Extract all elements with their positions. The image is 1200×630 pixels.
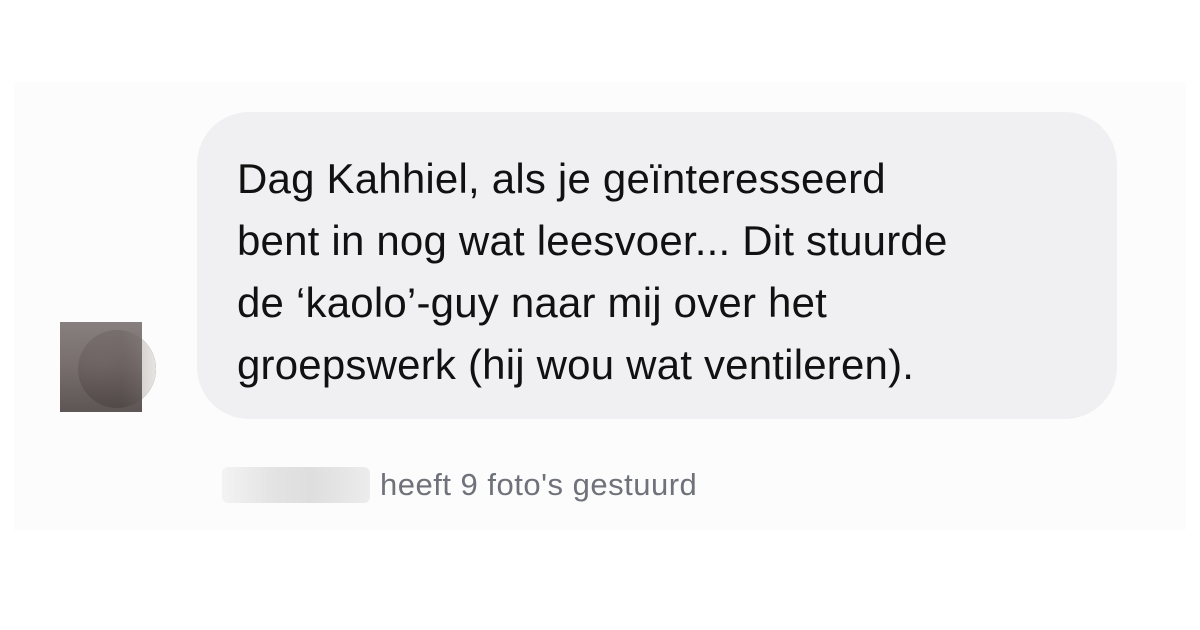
message-line: Dag Kahhiel, als je geïnteresseerd [237, 155, 886, 202]
sender-name-blurred [222, 467, 370, 503]
photo-status-row[interactable]: heeft 9 foto's gestuurd [222, 463, 697, 507]
photo-status-text: heeft 9 foto's gestuurd [380, 467, 698, 502]
avatar-blur-overlay [60, 322, 142, 412]
chat-screenshot: Dag Kahhiel, als je geïnteresseerd bent … [0, 0, 1200, 630]
message-line: de ‘kaolo’-guy naar mij over het [237, 279, 828, 326]
message-bubble[interactable]: Dag Kahhiel, als je geïnteresseerd bent … [197, 112, 1117, 419]
sender-avatar[interactable] [60, 322, 156, 418]
message-line: bent in nog wat leesvoer... Dit stuurde [237, 217, 948, 264]
message-text: Dag Kahhiel, als je geïnteresseerd bent … [237, 148, 1077, 396]
message-line: groepswerk (hij wou wat ventileren). [237, 341, 915, 388]
